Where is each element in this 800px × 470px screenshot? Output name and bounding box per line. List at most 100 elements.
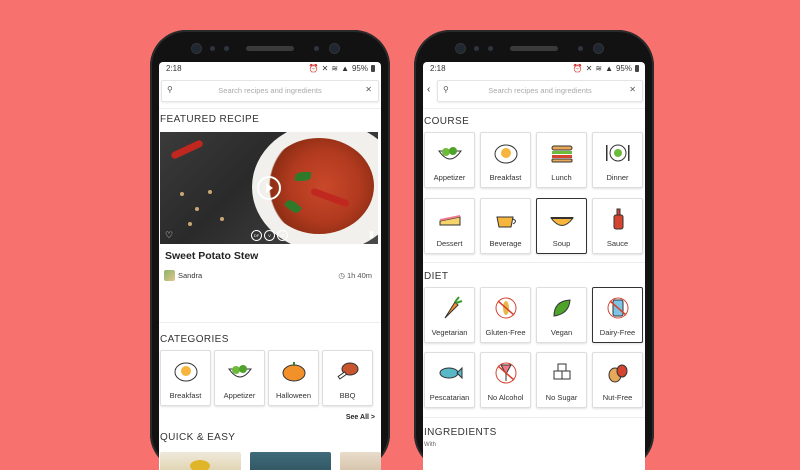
leaf-icon — [552, 299, 571, 317]
camera-icon — [594, 44, 603, 53]
back-arrow-icon[interactable]: ‹ — [427, 84, 430, 95]
course-label: Lunch — [551, 173, 572, 182]
vegan-badge: V — [264, 230, 275, 241]
see-all-link[interactable]: See All > — [346, 414, 375, 421]
sensor-icon — [578, 46, 583, 51]
course-dinner[interactable]: Dinner — [592, 132, 643, 188]
camera-icon — [456, 44, 465, 53]
egg-icon — [174, 362, 197, 382]
category-bbq[interactable]: BBQ — [322, 350, 373, 406]
course-breakfast[interactable]: Breakfast — [480, 132, 531, 188]
category-label: Breakfast — [169, 391, 202, 400]
sensor-icon — [488, 46, 493, 51]
battery-percent: 95% — [615, 64, 632, 73]
heart-icon[interactable]: ♡ — [165, 230, 173, 241]
quick-recipe-card[interactable] — [340, 452, 381, 470]
signal-icon: ▲ — [341, 64, 349, 73]
diet-nut-free[interactable]: Nut-Free — [592, 352, 643, 408]
phone-right: 2:18 ⏰ ✕ ≋ ▲ 95% ‹ ⚲ Search recipes and … — [414, 30, 654, 470]
divider — [159, 108, 381, 109]
featured-recipe-image[interactable]: ♡ DF V GF ▮ — [160, 132, 378, 244]
avatar — [164, 270, 175, 281]
course-soup-selected[interactable]: Soup — [536, 198, 587, 254]
course-label: Dessert — [436, 239, 463, 248]
cook-time-value: 1h 40m — [346, 271, 372, 280]
course-appetizer[interactable]: Appetizer — [424, 132, 475, 188]
quick-easy-heading: QUICK & EASY — [160, 432, 236, 443]
speaker — [246, 46, 294, 51]
soup-bowl-icon — [549, 217, 574, 226]
diet-no-sugar[interactable]: No Sugar — [536, 352, 587, 408]
drumstick-icon — [336, 362, 358, 380]
diet-vegetarian[interactable]: Vegetarian — [424, 287, 475, 343]
diet-dairy-free-selected[interactable]: Dairy-Free — [592, 287, 643, 343]
wifi-icon: ≋ — [595, 64, 603, 73]
category-label: Halloween — [275, 391, 312, 400]
search-input[interactable]: ⚲ Search recipes and ingredients ✕ — [437, 80, 643, 102]
dairy-free-badge: DF — [251, 230, 262, 241]
clear-icon[interactable]: ✕ — [365, 85, 372, 94]
category-halloween[interactable]: Halloween — [268, 350, 319, 406]
sandwich-icon — [551, 145, 572, 163]
quick-recipe-card[interactable] — [160, 452, 241, 470]
category-breakfast[interactable]: Breakfast — [160, 350, 211, 406]
search-input[interactable]: ⚲ Search recipes and ingredients ✕ — [161, 80, 379, 102]
play-video-button[interactable] — [257, 176, 281, 200]
diet-no-alcohol[interactable]: No Alcohol — [480, 352, 531, 408]
search-placeholder: Search recipes and ingredients — [488, 86, 592, 95]
featured-heading: FEATURED RECIPE — [160, 114, 260, 125]
course-label: Breakfast — [489, 173, 522, 182]
alarm-icon: ⏰ — [572, 64, 583, 73]
screen-home: 2:18 ⏰ ✕ ≋ ▲ 95% ⚲ Search recipes and in… — [159, 62, 381, 470]
sensor-icon — [210, 46, 215, 51]
divider — [423, 108, 645, 109]
plate-cutlery-icon — [605, 144, 629, 162]
alarm-icon: ⏰ — [308, 64, 319, 73]
milk-crossed-icon — [607, 297, 628, 319]
sensor-icon — [224, 46, 229, 51]
fish-icon — [439, 366, 462, 380]
diet-label: Pescatarian — [429, 393, 470, 402]
sensor-icon — [474, 46, 479, 51]
cake-slice-icon — [439, 215, 460, 226]
speaker — [510, 46, 558, 51]
status-time: 2:18 — [430, 64, 446, 73]
gluten-free-badge: GF — [277, 230, 288, 241]
search-placeholder: Search recipes and ingredients — [218, 86, 322, 95]
divider — [423, 262, 645, 263]
course-heading: COURSE — [424, 116, 470, 127]
featured-recipe-card[interactable]: ♡ DF V GF ▮ Sweet Potato Stew Sandra ◷ 1… — [160, 132, 378, 288]
course-beverage[interactable]: Beverage — [480, 198, 531, 254]
glass-crossed-icon — [495, 362, 516, 384]
sugar-cubes-icon — [553, 363, 570, 380]
wifi-icon: ≋ — [331, 64, 339, 73]
recipe-author[interactable]: Sandra — [164, 270, 202, 281]
diet-pescatarian[interactable]: Pescatarian — [424, 352, 475, 408]
course-label: Dinner — [606, 173, 629, 182]
diet-vegan[interactable]: Vegan — [536, 287, 587, 343]
signal-icon: ▲ — [605, 64, 613, 73]
status-bar: 2:18 ⏰ ✕ ≋ ▲ 95% — [159, 62, 381, 76]
wheat-crossed-icon — [495, 297, 516, 319]
mute-icon: ✕ — [321, 64, 329, 73]
diet-label: Gluten-Free — [485, 328, 526, 337]
clear-icon[interactable]: ✕ — [629, 85, 636, 94]
diet-label: No Alcohol — [487, 393, 524, 402]
diet-gluten-free[interactable]: Gluten-Free — [480, 287, 531, 343]
battery-percent: 95% — [351, 64, 368, 73]
category-appetizer[interactable]: Appetizer — [214, 350, 265, 406]
quick-recipe-card[interactable] — [250, 452, 331, 470]
course-lunch[interactable]: Lunch — [536, 132, 587, 188]
teacup-icon — [495, 216, 516, 228]
status-bar: 2:18 ⏰ ✕ ≋ ▲ 95% — [423, 62, 645, 76]
recipe-title[interactable]: Sweet Potato Stew — [165, 250, 258, 262]
course-dessert[interactable]: Dessert — [424, 198, 475, 254]
sensor-icon — [314, 46, 319, 51]
categories-heading: CATEGORIES — [160, 334, 229, 345]
battery-icon — [371, 65, 375, 72]
status-time: 2:18 — [166, 64, 182, 73]
course-sauce[interactable]: Sauce — [592, 198, 643, 254]
bookmark-icon[interactable]: ▮ — [369, 229, 374, 240]
cook-time: ◷ 1h 40m — [338, 271, 372, 280]
ingredients-heading: INGREDIENTS — [424, 427, 497, 438]
